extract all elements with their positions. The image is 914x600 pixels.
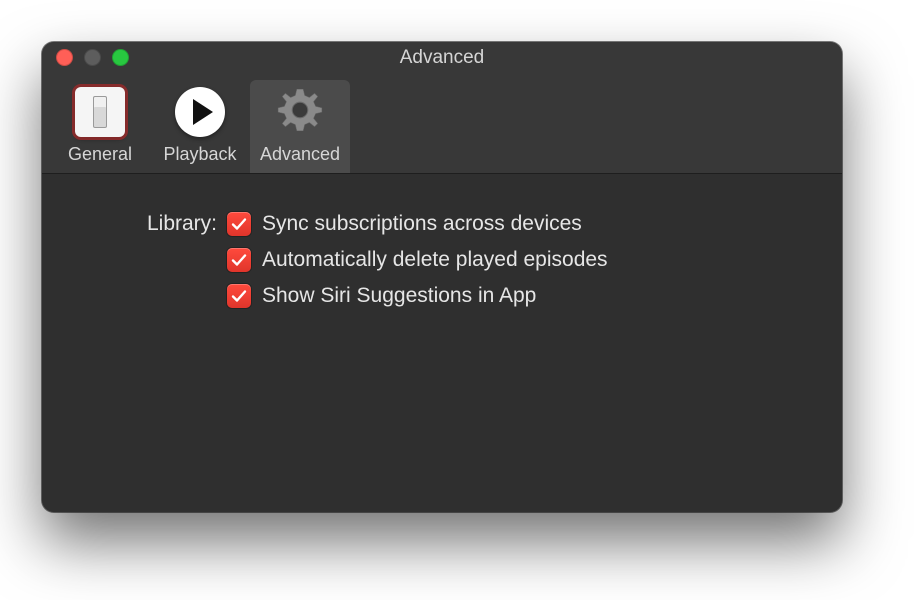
check-icon [231,216,247,232]
tab-advanced-label: Advanced [260,144,340,165]
checkbox-auto-delete[interactable] [227,248,251,272]
preferences-toolbar: General Playback [42,74,842,174]
preferences-content: Library: Sync subscriptions across devic… [42,174,842,512]
option-siri-label: Show Siri Suggestions in App [262,284,536,308]
checkbox-siri[interactable] [227,284,251,308]
tab-general[interactable]: General [50,80,150,173]
tab-general-label: General [68,144,132,165]
option-siri-suggestions[interactable]: Show Siri Suggestions in App [227,284,608,308]
minimize-icon[interactable] [84,49,101,66]
gear-icon [274,84,326,141]
play-icon [175,87,225,137]
zoom-icon[interactable] [112,49,129,66]
checkbox-sync[interactable] [227,212,251,236]
check-icon [231,252,247,268]
library-section-label: Library: [72,212,227,236]
tab-playback[interactable]: Playback [150,80,250,173]
preferences-window: Advanced General Playback [42,42,842,512]
window-controls [56,49,129,66]
window-title: Advanced [42,47,842,69]
titlebar: Advanced [42,42,842,74]
switch-icon [75,87,125,137]
close-icon[interactable] [56,49,73,66]
option-auto-delete[interactable]: Automatically delete played episodes [227,248,608,272]
option-sync-subscriptions[interactable]: Sync subscriptions across devices [227,212,608,236]
tab-playback-label: Playback [163,144,236,165]
option-sync-label: Sync subscriptions across devices [262,212,582,236]
option-auto-delete-label: Automatically delete played episodes [262,248,608,272]
check-icon [231,288,247,304]
tab-advanced[interactable]: Advanced [250,80,350,173]
